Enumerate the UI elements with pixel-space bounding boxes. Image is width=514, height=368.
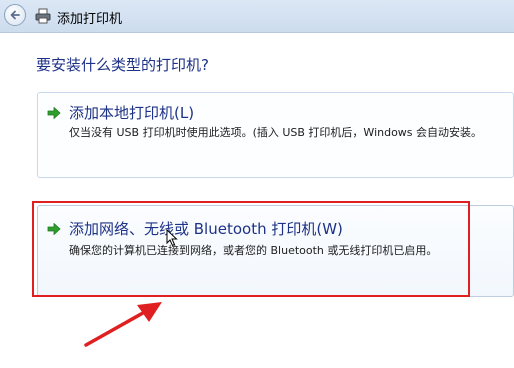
option-description: 确保您的计算机已连接到网络，或者您的 Bluetooth 或无线打印机已启用。 [69,244,438,257]
option-add-local-printer[interactable]: 添加本地打印机(L) 仅当没有 USB 打印机时使用此选项。(插入 USB 打印… [37,92,514,178]
title-bar: 添加打印机 [0,0,514,33]
page-question: 要安装什么类型的打印机? [36,56,209,74]
green-arrow-icon [47,223,61,235]
back-button[interactable] [4,4,26,26]
mouse-cursor-icon [166,229,178,247]
printer-icon [35,8,51,24]
back-arrow-icon [10,10,20,20]
option-description: 仅当没有 USB 打印机时使用此选项。(插入 USB 打印机后，Windows … [69,126,483,139]
window-title: 添加打印机 [57,12,123,27]
content-area [0,33,514,368]
option-add-network-printer[interactable]: 添加网络、无线或 Bluetooth 打印机(W) 确保您的计算机已连接到网络，… [37,205,514,297]
option-title: 添加网络、无线或 Bluetooth 打印机(W) [69,220,343,238]
green-arrow-icon [47,107,61,119]
option-title: 添加本地打印机(L) [69,104,195,122]
